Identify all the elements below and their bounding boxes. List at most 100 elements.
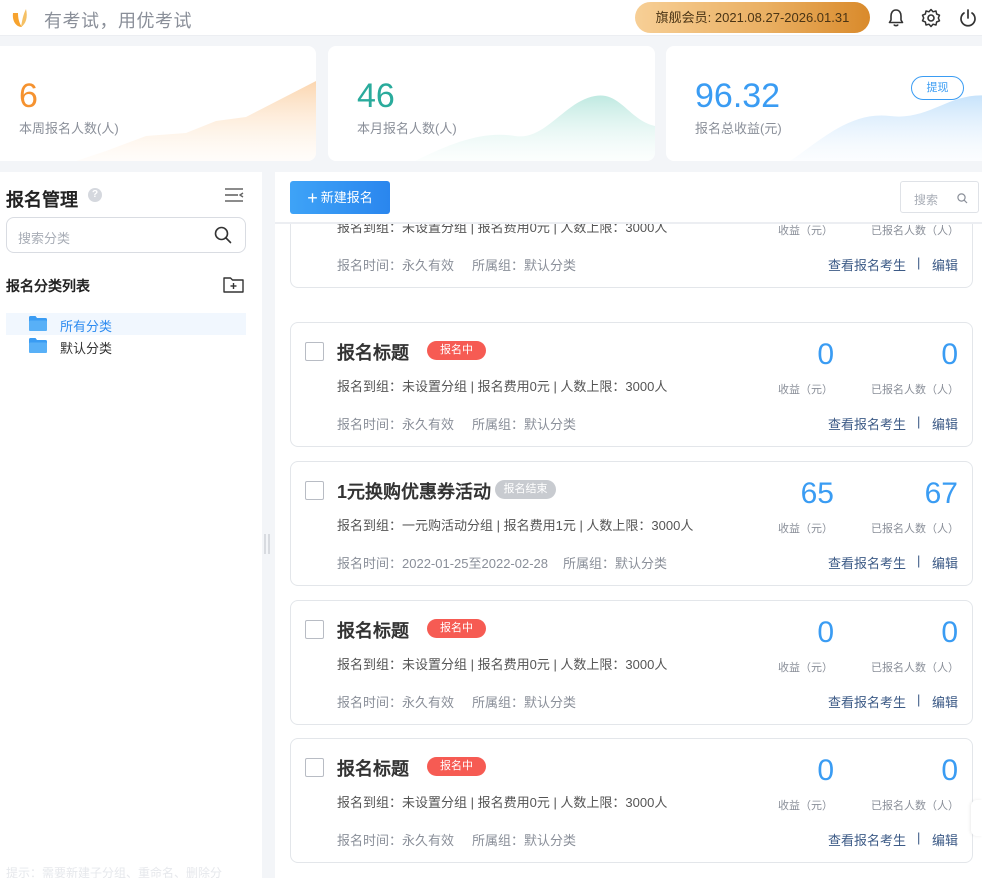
count-label: 已报名人数（人） [871, 662, 959, 674]
bell-icon[interactable] [886, 8, 906, 28]
view-candidates-link[interactable]: 查看报名考生 [828, 692, 906, 711]
search-placeholder: 搜索分类 [18, 231, 71, 246]
card-time: 报名时间：永久有效 [337, 417, 455, 432]
card-title: 1元换购优惠券活动 [337, 482, 492, 502]
card-info: 报名到组：未设置分组 | 报名费用0元 | 人数上限：3000人 [337, 379, 668, 394]
sidebar-title: 报名管理 [6, 190, 78, 210]
collapse-menu-icon[interactable] [224, 186, 244, 204]
search-icon[interactable] [957, 193, 968, 204]
link-separator: | [917, 255, 921, 270]
stat-value: 96.32 [695, 77, 781, 115]
income-label: 收益（元） [778, 523, 833, 535]
registration-list-panel: +新建报名 搜索 0 0 报名到组：未设置分组 | 报名费用0元 | 人数上限：… [275, 172, 982, 878]
card-time: 报名时间：2022-01-25至2022-02-28 [337, 556, 548, 571]
registered-count-value: 0 [941, 616, 958, 649]
income-label: 收益（元） [778, 800, 833, 812]
count-label: 已报名人数（人） [871, 523, 959, 535]
status-badge: 报名结束 [495, 480, 556, 499]
card-title: 报名标题 [337, 621, 409, 641]
search-icon[interactable] [214, 226, 232, 244]
category-label: 默认分类 [60, 341, 113, 356]
stat-label: 报名总收益(元) [695, 121, 782, 136]
card-time: 报名时间：永久有效 [337, 833, 455, 848]
resize-handle[interactable] [264, 534, 270, 554]
app-logo-icon [12, 9, 27, 27]
income-value: 0 [817, 338, 834, 371]
registration-card[interactable]: 报名标题 报名中 0 0 报名到组：未设置分组 | 报名费用0元 | 人数上限：… [290, 600, 973, 725]
status-badge: 报名中 [427, 341, 486, 360]
link-separator: | [917, 692, 921, 707]
edit-link[interactable]: 编辑 [932, 830, 958, 849]
link-separator: | [917, 830, 921, 845]
card-group: 所属组：默认分类 [472, 695, 577, 710]
card-group: 所属组：默认分类 [472, 417, 577, 432]
count-label: 已报名人数（人） [871, 384, 959, 396]
income-value: 0 [817, 616, 834, 649]
card-group: 所属组：默认分类 [472, 258, 577, 273]
card-time: 报名时间：永久有效 [337, 258, 455, 273]
view-candidates-link[interactable]: 查看报名考生 [828, 830, 906, 849]
toolbar-divider [275, 223, 982, 224]
edit-link[interactable]: 编辑 [932, 553, 958, 572]
member-badge[interactable]: 旗舰会员: 2021.08.27-2026.01.31 [635, 2, 870, 33]
registration-card[interactable]: 报名标题 报名中 0 0 报名到组：未设置分组 | 报名费用0元 | 人数上限：… [290, 738, 973, 863]
edit-link[interactable]: 编辑 [932, 255, 958, 274]
income-label: 收益（元） [778, 225, 833, 237]
stat-label: 本月报名人数(人) [357, 121, 457, 136]
count-label: 已报名人数（人） [871, 800, 959, 812]
stat-card-week: 6 本周报名人数(人) [0, 46, 316, 161]
card-title: 报名标题 [337, 759, 409, 779]
card-checkbox[interactable] [305, 342, 324, 361]
view-candidates-link[interactable]: 查看报名考生 [828, 414, 906, 433]
registered-count-value: 0 [941, 754, 958, 787]
withdraw-button[interactable]: 提现 [911, 76, 964, 100]
registered-count-value: 0 [941, 338, 958, 371]
income-label: 收益（元） [778, 662, 833, 674]
income-label: 收益（元） [778, 384, 833, 396]
card-info: 报名到组：一元购活动分组 | 报名费用1元 | 人数上限：3000人 [337, 518, 694, 533]
stat-card-income: 96.32 报名总收益(元) 提现 [666, 46, 982, 161]
power-icon[interactable] [958, 8, 978, 28]
registration-card[interactable]: 报名标题 报名中 0 0 报名到组：未设置分组 | 报名费用0元 | 人数上限：… [290, 322, 973, 447]
stat-label: 本周报名人数(人) [19, 121, 119, 136]
category-item-all[interactable]: 所有分类 [6, 313, 246, 335]
card-checkbox[interactable] [305, 620, 324, 639]
app-slogan: 有考试，用优考试 [44, 11, 192, 31]
folder-icon [29, 338, 47, 353]
card-info: 报名到组：未设置分组 | 报名费用0元 | 人数上限：3000人 [337, 657, 668, 672]
folder-icon [29, 316, 47, 331]
stat-card-month: 46 本月报名人数(人) [328, 46, 655, 161]
income-value: 0 [817, 754, 834, 787]
category-sidebar: 报名管理 ? 搜索分类 报名分类列表 所有分类 默认分类 提示：需要新建子分组、… [0, 172, 262, 878]
view-candidates-link[interactable]: 查看报名考生 [828, 255, 906, 274]
floating-side-tab[interactable] [971, 800, 982, 836]
category-item-default[interactable]: 默认分类 [6, 335, 246, 357]
gear-icon[interactable] [921, 8, 941, 28]
card-checkbox[interactable] [305, 481, 324, 500]
card-title: 报名标题 [337, 343, 409, 363]
count-label: 已报名人数（人） [871, 225, 959, 237]
list-toolbar: + 新建报名 搜索 [275, 172, 982, 223]
card-time: 报名时间：永久有效 [337, 695, 455, 710]
edit-link[interactable]: 编辑 [932, 692, 958, 711]
card-group: 所属组：默认分类 [472, 833, 577, 848]
link-separator: | [917, 414, 921, 429]
help-icon[interactable]: ? [88, 188, 102, 202]
stat-value: 46 [357, 77, 395, 115]
top-bar: 有考试，用优考试 旗舰会员: 2021.08.27-2026.01.31 [0, 0, 982, 36]
income-value: 65 [800, 477, 834, 510]
category-search-input[interactable]: 搜索分类 [6, 217, 246, 253]
registration-card[interactable]: 1元换购优惠券活动 报名结束 65 67 报名到组：一元购活动分组 | 报名费用… [290, 461, 973, 586]
view-candidates-link[interactable]: 查看报名考生 [828, 553, 906, 572]
new-registration-button[interactable]: +新建报名 [290, 181, 390, 214]
edit-link[interactable]: 编辑 [932, 414, 958, 433]
card-checkbox[interactable] [305, 758, 324, 777]
link-separator: | [917, 553, 921, 568]
registration-search-input[interactable]: 搜索 [900, 181, 979, 213]
add-folder-icon[interactable] [223, 276, 244, 293]
card-info: 报名到组：未设置分组 | 报名费用0元 | 人数上限：3000人 [337, 795, 668, 810]
card-group: 所属组：默认分类 [563, 556, 668, 571]
category-list-title: 报名分类列表 [6, 278, 90, 294]
stat-value: 6 [19, 77, 38, 115]
plus-icon: + [307, 188, 318, 208]
